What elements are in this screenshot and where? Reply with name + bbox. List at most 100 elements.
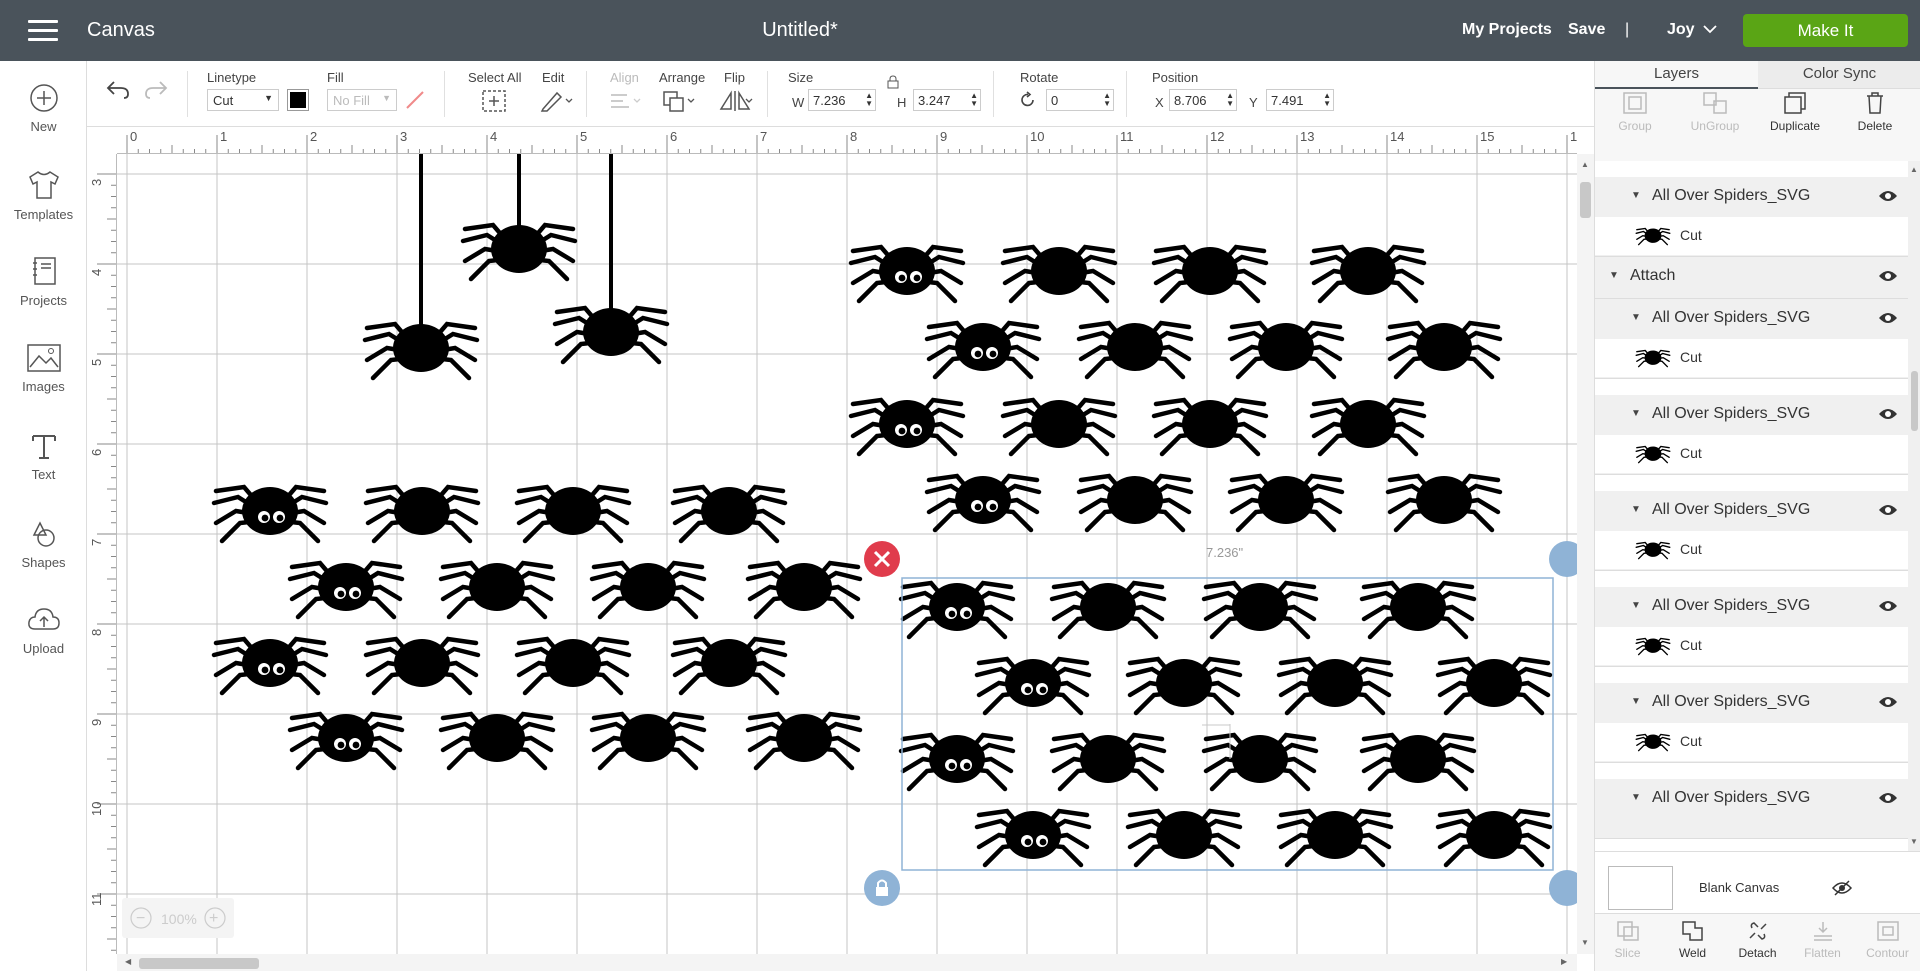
collapse-icon[interactable]: ▼ bbox=[1631, 408, 1641, 419]
spider-shape[interactable] bbox=[1312, 247, 1424, 301]
layers-scrollbar[interactable]: ▲ ▼ bbox=[1908, 161, 1920, 851]
flip-icon[interactable] bbox=[717, 89, 755, 113]
projects-button[interactable]: Projects bbox=[0, 255, 87, 308]
select-all-icon[interactable] bbox=[481, 89, 507, 113]
spider-shape[interactable] bbox=[365, 324, 477, 378]
spider-shape[interactable] bbox=[1052, 583, 1164, 637]
spider-shape[interactable] bbox=[977, 811, 1089, 865]
spider-shape[interactable] bbox=[673, 639, 785, 693]
spider-shape[interactable] bbox=[517, 639, 629, 693]
spider-shape[interactable] bbox=[1079, 323, 1191, 377]
eye-icon[interactable] bbox=[1878, 269, 1898, 283]
blank-canvas-row[interactable]: Blank Canvas bbox=[1595, 851, 1920, 913]
chevron-down-icon[interactable] bbox=[1702, 21, 1718, 37]
spider-shape[interactable] bbox=[463, 225, 575, 279]
weld-button[interactable]: Weld bbox=[1660, 920, 1725, 960]
spider-shape[interactable] bbox=[592, 714, 704, 768]
spider-shape[interactable] bbox=[1079, 476, 1191, 530]
spider-shape[interactable] bbox=[1003, 400, 1115, 454]
spider-shape[interactable] bbox=[214, 487, 326, 541]
eye-icon[interactable] bbox=[1878, 791, 1898, 805]
collapse-icon[interactable]: ▼ bbox=[1631, 696, 1641, 707]
layer-item[interactable]: ▼ All Over Spiders_SVG Cut bbox=[1595, 491, 1908, 571]
redo-icon[interactable] bbox=[143, 79, 169, 101]
layer-item[interactable]: ▼ All Over Spiders_SVG Cut bbox=[1595, 683, 1908, 763]
spider-shape[interactable] bbox=[517, 487, 629, 541]
stepper-icon[interactable]: ▲ ▼ bbox=[1323, 92, 1331, 108]
tab-color-sync[interactable]: Color Sync bbox=[1758, 61, 1920, 89]
collapse-icon[interactable]: ▼ bbox=[1631, 792, 1641, 803]
stepper-icon[interactable]: ▲ ▼ bbox=[865, 92, 873, 108]
user-name[interactable]: Joy bbox=[1667, 21, 1695, 39]
collapse-icon[interactable]: ▼ bbox=[1631, 504, 1641, 515]
canvas-swatch[interactable] bbox=[1608, 866, 1673, 910]
eye-icon[interactable] bbox=[1878, 407, 1898, 421]
spider-shape[interactable] bbox=[366, 487, 478, 541]
eye-icon[interactable] bbox=[1878, 311, 1898, 325]
spider-shape[interactable] bbox=[1438, 811, 1550, 865]
spider-shape[interactable] bbox=[366, 639, 478, 693]
duplicate-button[interactable]: Duplicate bbox=[1755, 91, 1835, 133]
scrollbar-thumb[interactable] bbox=[1911, 371, 1918, 431]
spider-shape[interactable] bbox=[441, 714, 553, 768]
detach-button[interactable]: Detach bbox=[1725, 920, 1790, 960]
lock-handle[interactable] bbox=[864, 870, 900, 906]
spider-shape[interactable] bbox=[1204, 583, 1316, 637]
x-input[interactable]: 8.706 ▲ ▼ bbox=[1169, 89, 1237, 111]
rotate-handle[interactable] bbox=[1549, 541, 1577, 577]
spider-artwork[interactable] bbox=[214, 154, 1550, 865]
width-input[interactable]: 7.236 ▲ ▼ bbox=[808, 89, 876, 111]
stepper-icon[interactable]: ▲ ▼ bbox=[970, 92, 978, 108]
spider-shape[interactable] bbox=[748, 714, 860, 768]
spider-shape[interactable] bbox=[1204, 735, 1316, 789]
edit-icon[interactable] bbox=[539, 89, 573, 113]
canvas-horizontal-scrollbar[interactable]: ◀ ▶ bbox=[117, 954, 1577, 971]
layer-item[interactable]: ▼ All Over Spiders_SVG bbox=[1595, 779, 1908, 839]
spider-shape[interactable] bbox=[851, 247, 963, 301]
arrange-icon[interactable] bbox=[661, 89, 697, 113]
spider-shape[interactable] bbox=[1003, 247, 1115, 301]
spider-shape[interactable] bbox=[214, 639, 326, 693]
contour-button[interactable]: Contour bbox=[1855, 920, 1920, 960]
scrollbar-thumb[interactable] bbox=[1580, 182, 1591, 218]
delete-handle[interactable] bbox=[864, 541, 900, 577]
layer-item[interactable]: ▼ All Over Spiders_SVG Cut bbox=[1595, 177, 1908, 257]
spider-shape[interactable] bbox=[927, 323, 1039, 377]
eye-icon[interactable] bbox=[1878, 695, 1898, 709]
layer-item[interactable]: ▼ All Over Spiders_SVG Cut bbox=[1595, 587, 1908, 667]
images-button[interactable]: Images bbox=[0, 343, 87, 394]
spider-shape[interactable] bbox=[851, 400, 963, 454]
delete-button[interactable]: Delete bbox=[1835, 91, 1915, 133]
spider-shape[interactable] bbox=[901, 583, 1013, 637]
spider-shape[interactable] bbox=[555, 308, 667, 362]
collapse-icon[interactable]: ▼ bbox=[1631, 190, 1641, 201]
spider-shape[interactable] bbox=[1279, 659, 1391, 713]
height-input[interactable]: 3.247 ▲ ▼ bbox=[913, 89, 981, 111]
spider-shape[interactable] bbox=[592, 563, 704, 617]
spider-shape[interactable] bbox=[1362, 583, 1474, 637]
slice-button[interactable]: Slice bbox=[1595, 920, 1660, 960]
scroll-right-icon[interactable]: ▶ bbox=[1561, 957, 1567, 966]
canvas-drawing[interactable]: 7.236" − 100% + bbox=[117, 154, 1577, 954]
scroll-up-icon[interactable]: ▲ bbox=[1910, 165, 1918, 174]
linetype-select[interactable]: Cut ▼ bbox=[207, 89, 279, 111]
scroll-left-icon[interactable]: ◀ bbox=[125, 957, 131, 966]
spider-shape[interactable] bbox=[1128, 659, 1240, 713]
attach-group[interactable]: ▼ Attach bbox=[1595, 257, 1908, 299]
eye-icon[interactable] bbox=[1878, 599, 1898, 613]
spider-shape[interactable] bbox=[1279, 811, 1391, 865]
spider-shape[interactable] bbox=[1362, 735, 1474, 789]
spider-shape[interactable] bbox=[1154, 400, 1266, 454]
eye-hidden-icon[interactable] bbox=[1832, 880, 1852, 896]
spider-shape[interactable] bbox=[1128, 811, 1240, 865]
make-it-button[interactable]: Make It bbox=[1743, 14, 1908, 47]
lock-icon[interactable] bbox=[887, 75, 899, 89]
tab-layers[interactable]: Layers bbox=[1595, 61, 1758, 89]
new-button[interactable]: New bbox=[0, 83, 87, 134]
undo-icon[interactable] bbox=[105, 79, 131, 101]
scrollbar-thumb[interactable] bbox=[139, 958, 259, 969]
stepper-icon[interactable]: ▲ ▼ bbox=[1103, 92, 1111, 108]
spider-shape[interactable] bbox=[977, 659, 1089, 713]
scroll-up-icon[interactable]: ▲ bbox=[1581, 160, 1589, 169]
flatten-button[interactable]: Flatten bbox=[1790, 920, 1855, 960]
